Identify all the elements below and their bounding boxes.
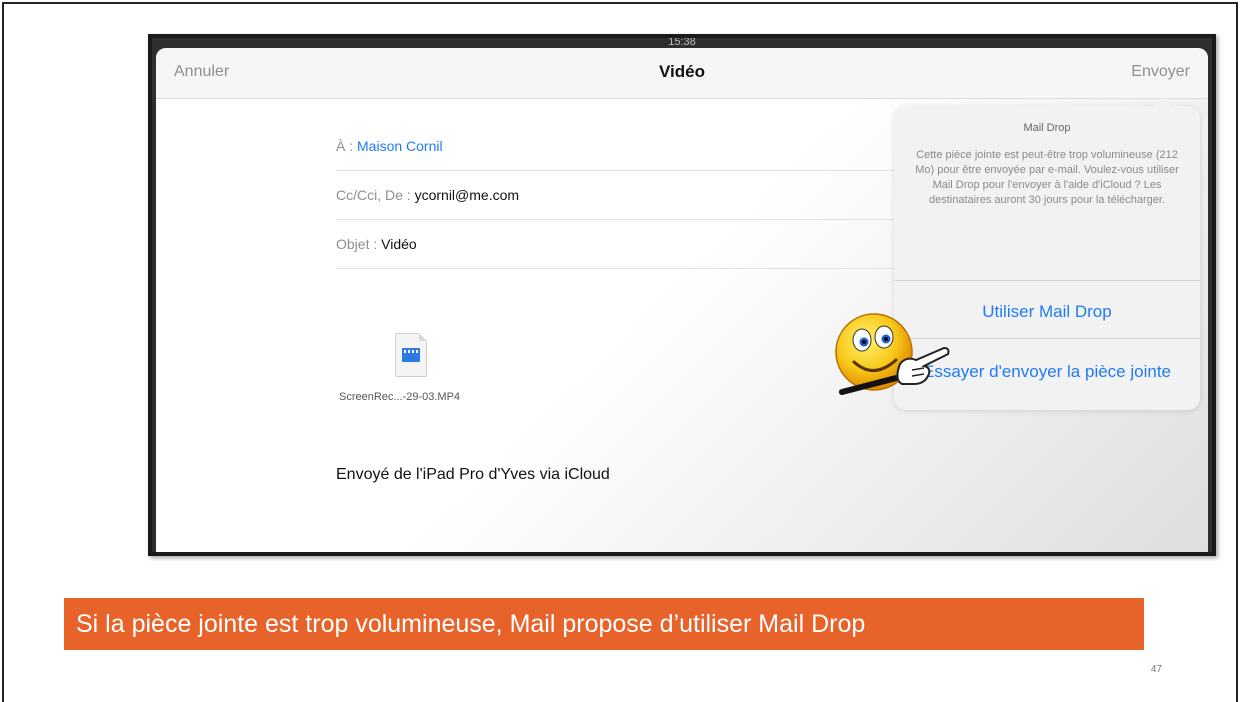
- attachment-name: ScreenRec...-29-03.MP4: [339, 391, 461, 403]
- subject-label: Objet :: [336, 236, 378, 252]
- ipad-screenshot: 15:38 Annuler Vidéo Envoyer À : Maison C…: [148, 34, 1216, 556]
- send-button[interactable]: Envoyer: [1131, 63, 1190, 81]
- caption-banner: Si la pièce jointe est trop volumineuse,…: [64, 598, 1144, 650]
- status-time: 15:38: [668, 38, 696, 48]
- cc-from-field[interactable]: Cc/Cci, De : ycornil@me.com: [336, 171, 936, 220]
- subject-value: Vidéo: [381, 236, 417, 252]
- to-recipient[interactable]: Maison Cornil: [357, 138, 443, 154]
- popover-message: Cette pièce jointe est peut-être trop vo…: [915, 149, 1179, 206]
- to-label: À :: [336, 138, 354, 154]
- to-field[interactable]: À : Maison Cornil: [336, 122, 936, 171]
- popover-title: Mail Drop: [1023, 122, 1071, 134]
- compose-sheet: Annuler Vidéo Envoyer À : Maison Cornil …: [156, 48, 1208, 552]
- page-number: 47: [1150, 664, 1162, 675]
- popover-divider: [894, 280, 1200, 281]
- subject-field[interactable]: Objet : Vidéo: [336, 220, 936, 269]
- video-file-icon: [395, 333, 427, 377]
- compose-title: Vidéo: [659, 62, 705, 81]
- from-address: ycornil@me.com: [414, 187, 520, 203]
- pointing-smiley-icon: [835, 313, 950, 395]
- popover-arrow: [1152, 97, 1172, 107]
- compose-navbar: Annuler Vidéo Envoyer: [156, 48, 1208, 99]
- email-signature: Envoyé de l'iPad Pro d'Yves via iCloud: [336, 466, 610, 483]
- cc-label: Cc/Cci, De :: [336, 187, 411, 203]
